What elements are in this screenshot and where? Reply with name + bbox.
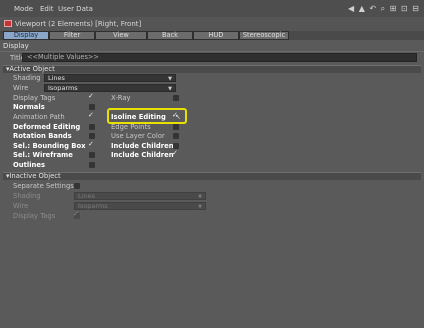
xray-checkbox[interactable] [173, 95, 179, 101]
include-children-label: Include Children [111, 151, 174, 159]
inactive-wire-dropdown[interactable]: Isoparms ▼ [74, 202, 206, 210]
inactive-shading-value: Lines [78, 192, 95, 200]
inactive-shading-label: Shading [13, 192, 41, 200]
sel-bounding-box-checkbox[interactable] [88, 140, 95, 149]
chevron-down-icon: ▼ [168, 86, 172, 92]
shading-label: Shading [13, 74, 41, 82]
wire-value: Isoparms [48, 84, 78, 92]
inactive-wire-label: Wire [13, 202, 29, 210]
tab-view[interactable]: View [95, 31, 147, 40]
section-title: Display [3, 42, 29, 50]
tab-hud[interactable]: HUD [193, 31, 239, 40]
menu-mode[interactable]: Mode [14, 5, 33, 13]
window-title: Viewport (2 Elements) [Right, Front] [15, 20, 142, 28]
outlines-checkbox[interactable] [89, 162, 95, 168]
include-children-label: Include Children [111, 142, 174, 150]
menu-edit[interactable]: Edit [40, 5, 54, 13]
divider [0, 51, 424, 52]
inactive-display-tags-checkbox[interactable] [73, 210, 80, 219]
wire-label: Wire [13, 84, 29, 92]
highlight-box [107, 108, 187, 124]
grid-icon[interactable] [3, 5, 10, 12]
inactive-object-header[interactable]: ▾Inactive Object [3, 172, 421, 180]
use-layer-color-label: Use Layer Color [111, 132, 165, 140]
inactive-wire-value: Isoparms [78, 202, 108, 210]
active-object-header[interactable]: ▾Active Object [3, 65, 421, 73]
use-layer-color-checkbox[interactable] [173, 133, 179, 139]
sel-wireframe-label: Sel.: Wireframe [13, 151, 73, 159]
separate-settings-checkbox[interactable] [74, 183, 80, 189]
xray-label: X-Ray [111, 94, 131, 102]
chevron-down-icon: ▼ [198, 194, 202, 200]
shading-dropdown[interactable]: Lines ▼ [44, 74, 176, 82]
display-tags-label: Display Tags [13, 94, 56, 102]
title-input[interactable]: <<Multiple Values>> [22, 53, 417, 62]
deformed-editing-checkbox[interactable] [89, 124, 95, 130]
deformed-editing-label: Deformed Editing [13, 123, 81, 131]
tab-filter[interactable]: Filter [49, 31, 95, 40]
chevron-down-icon: ▼ [198, 204, 202, 210]
chevron-down-icon: ▼ [168, 76, 172, 82]
animation-path-checkbox[interactable] [88, 111, 95, 120]
normals-label: Normals [13, 103, 45, 111]
inactive-display-tags-label: Display Tags [13, 212, 56, 220]
rotation-bands-checkbox[interactable] [89, 133, 95, 139]
display-tags-checkbox[interactable] [88, 92, 95, 101]
animation-path-label: Animation Path [13, 113, 65, 121]
outlines-label: Outlines [13, 161, 46, 169]
include-children-checkbox[interactable] [172, 149, 179, 158]
menu-user-data[interactable]: User Data [58, 5, 93, 13]
sel-wireframe-checkbox[interactable] [89, 152, 95, 158]
separate-settings-label: Separate Settings [13, 182, 74, 190]
sel-bounding-box-label: Sel.: Bounding Box [13, 142, 86, 150]
tab-display[interactable]: Display [3, 31, 49, 40]
inactive-shading-dropdown[interactable]: Lines ▼ [74, 192, 206, 200]
shading-value: Lines [48, 74, 65, 82]
wire-dropdown[interactable]: Isoparms ▼ [44, 84, 176, 92]
edge-points-checkbox[interactable] [173, 124, 179, 130]
tab-back[interactable]: Back [147, 31, 193, 40]
edge-points-label: Edge Points [111, 123, 151, 131]
toolbar-icons[interactable]: ◀ ▲ ↶ ⌕ ⊞ ⊡ ⊟ [348, 4, 420, 14]
viewport-icon [4, 20, 12, 27]
rotation-bands-label: Rotation Bands [13, 132, 72, 140]
normals-checkbox[interactable] [89, 104, 95, 110]
tab-stereoscopic[interactable]: Stereoscopic [239, 31, 289, 40]
